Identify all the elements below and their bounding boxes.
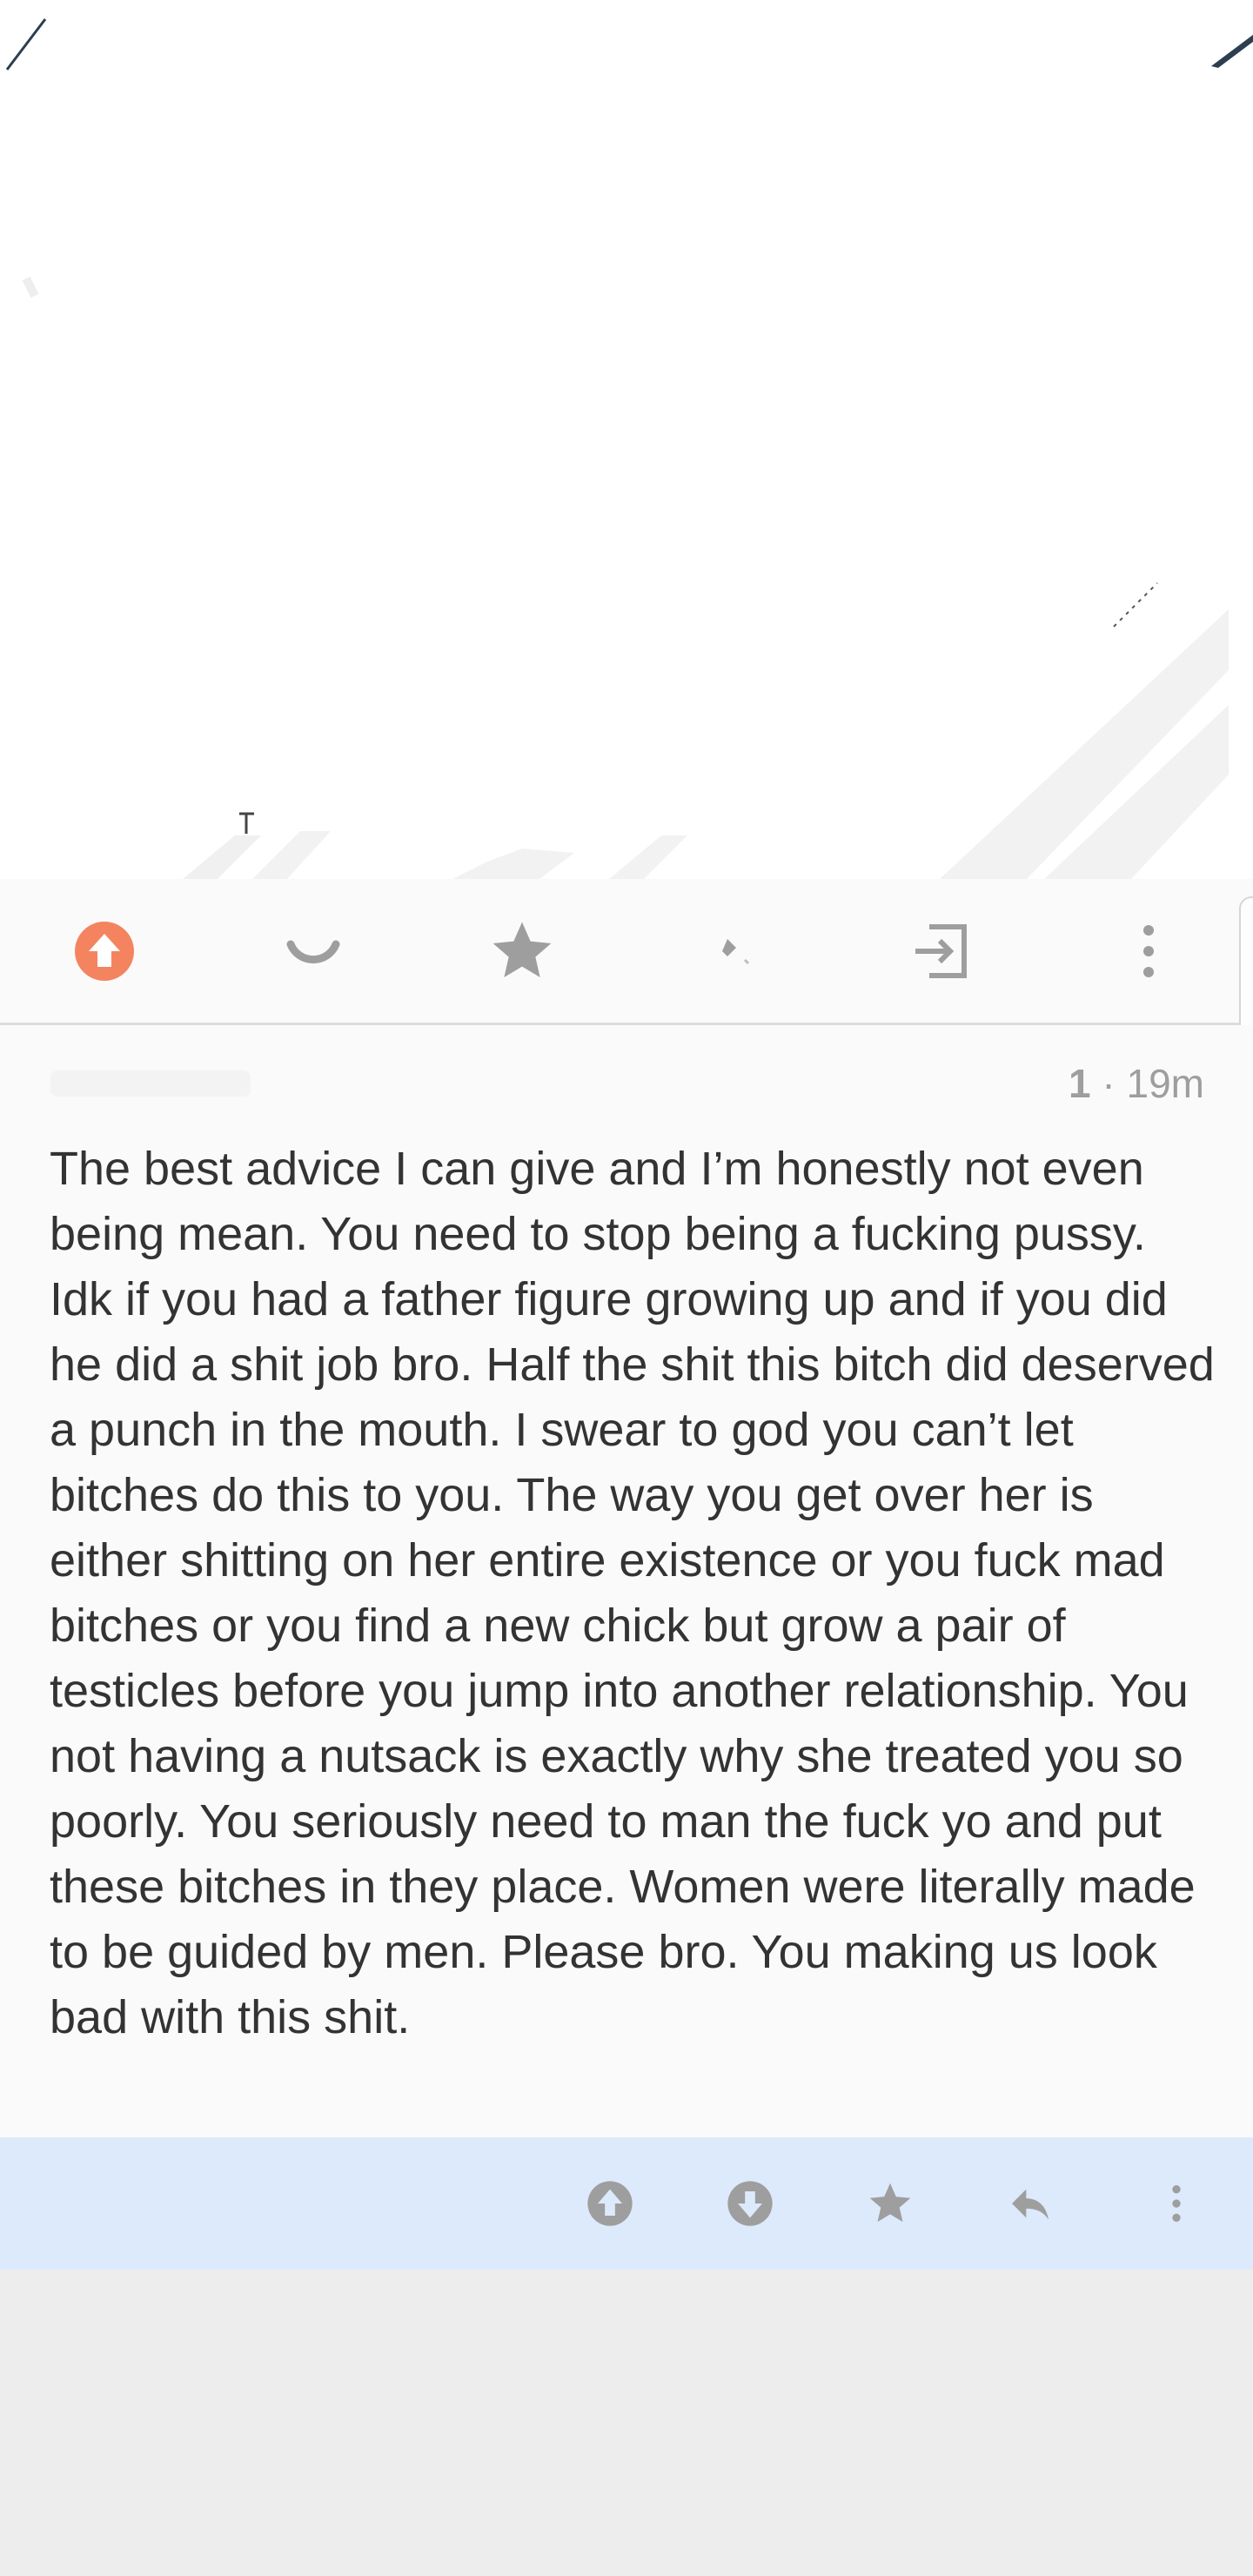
meta-separator: · xyxy=(1090,1061,1127,1106)
comment-age: 19m xyxy=(1126,1061,1204,1106)
comment-more-button[interactable] xyxy=(1142,2169,1211,2238)
hide-icon xyxy=(722,938,750,964)
comment-upvote-button[interactable] xyxy=(575,2169,645,2238)
comment-downvote-button[interactable] xyxy=(715,2169,785,2238)
open-external-icon xyxy=(915,923,967,978)
post-image-artwork xyxy=(5,18,1253,879)
comment-action-bar xyxy=(0,2137,1253,2270)
open-external-button[interactable] xyxy=(892,903,988,999)
comment-save-button[interactable] xyxy=(855,2169,925,2238)
upvote-icon xyxy=(75,921,134,981)
more-vert-icon xyxy=(1172,2185,1181,2222)
comment-meta: 1 · 19m xyxy=(1069,1060,1204,1107)
comment-card: 1 · 19m The best advice I can give and I… xyxy=(0,1025,1253,2137)
comment-reply-button[interactable] xyxy=(995,2169,1065,2238)
upvote-circle-icon xyxy=(587,2181,633,2226)
comment-body: The best advice I can give and I’m hones… xyxy=(50,1143,1215,2043)
downvote-icon xyxy=(286,940,340,963)
more-vert-icon xyxy=(1143,924,1154,977)
save-button[interactable] xyxy=(474,903,570,999)
comment-score: 1 xyxy=(1069,1061,1091,1106)
downvote-circle-icon xyxy=(727,2181,773,2226)
post-toolbar xyxy=(0,879,1253,1025)
hide-button[interactable] xyxy=(683,903,779,999)
upvote-button[interactable] xyxy=(57,903,152,999)
star-icon xyxy=(869,2183,911,2222)
more-options-button[interactable] xyxy=(1101,903,1196,999)
comment-author[interactable] xyxy=(50,1070,251,1097)
reply-icon xyxy=(1012,2189,1049,2220)
star-icon xyxy=(492,922,552,977)
post-image-area[interactable] xyxy=(0,0,1253,879)
downvote-button[interactable] xyxy=(265,903,361,999)
